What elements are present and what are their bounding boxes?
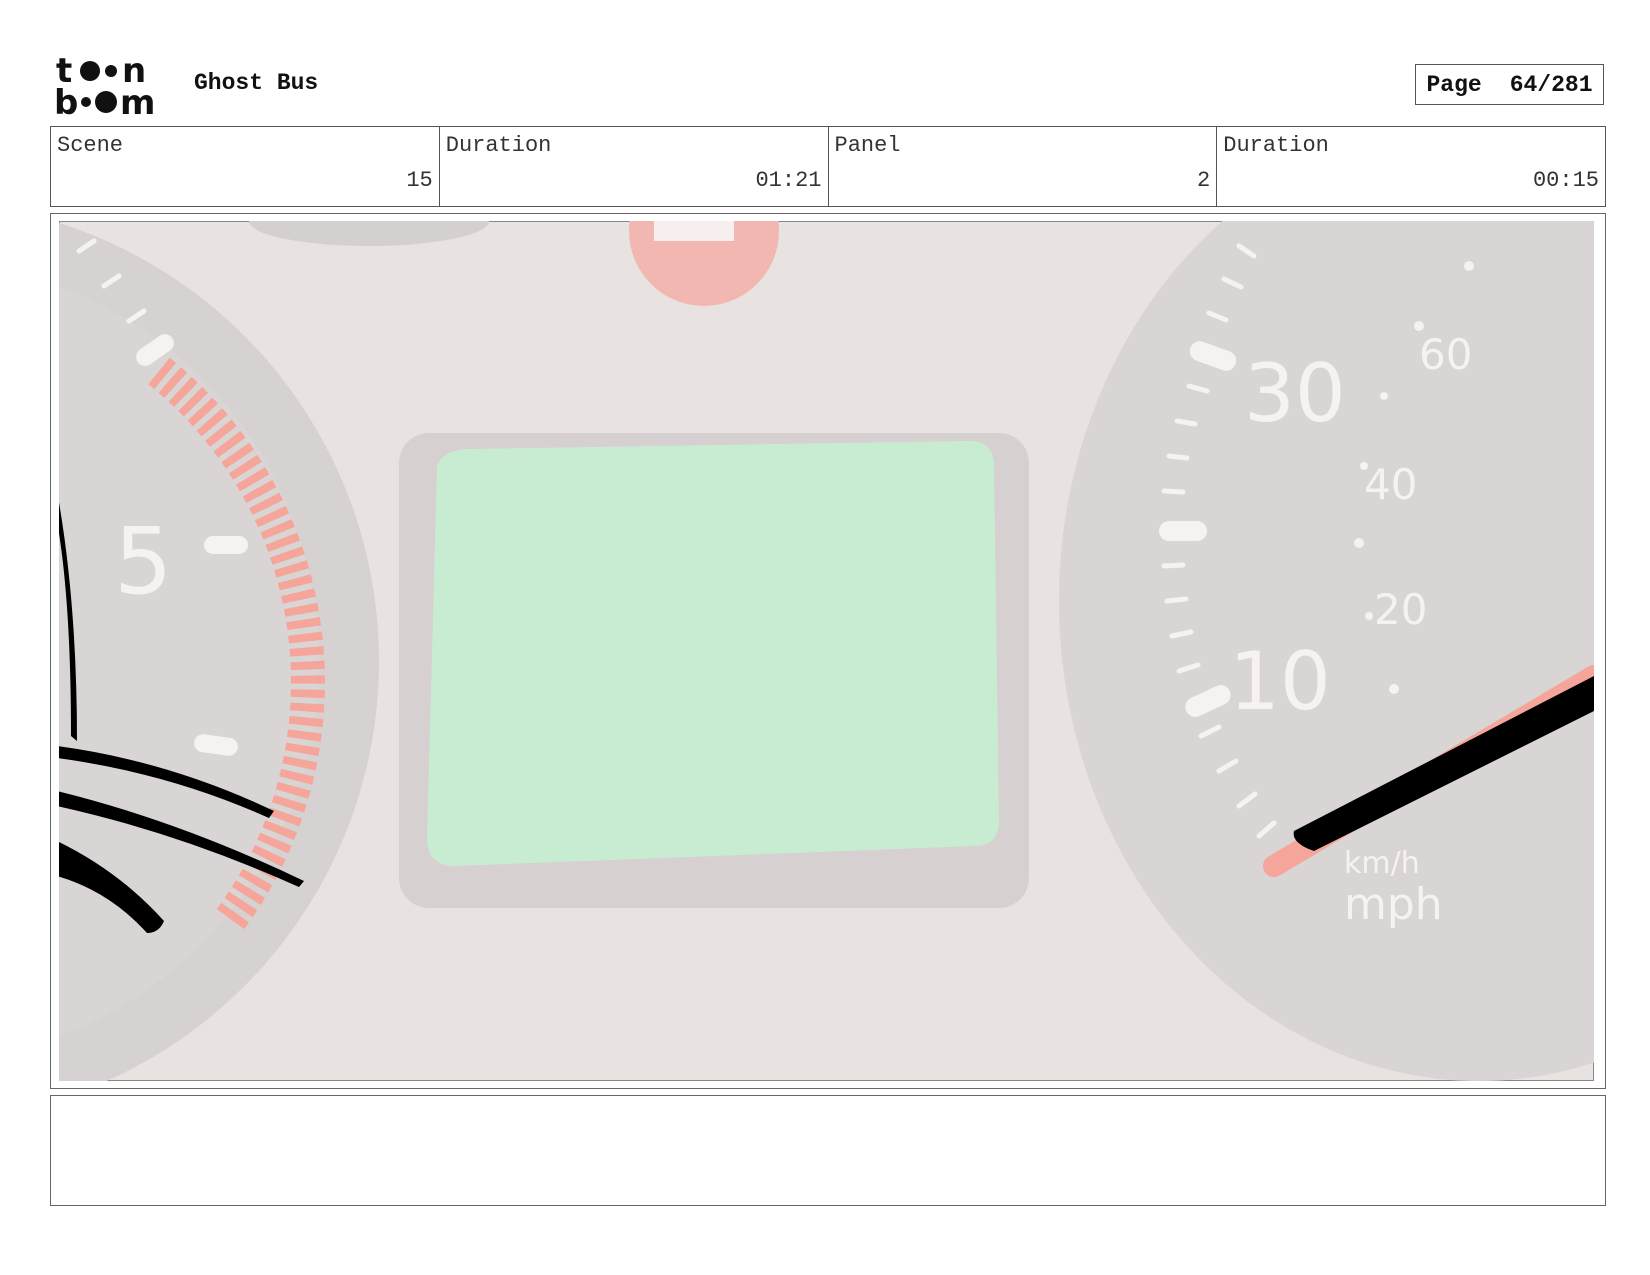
scene-duration-cell: Duration 01:21 — [440, 127, 829, 206]
speed-label-40: 40 — [1364, 460, 1417, 509]
page-label: Page — [1426, 71, 1482, 98]
speed-label-30: 30 — [1244, 347, 1346, 440]
tach-number-5: 5 — [114, 508, 173, 615]
panel-duration-value: 00:15 — [1532, 168, 1599, 193]
display-screen — [399, 433, 1029, 908]
scene-cell: Scene 15 — [51, 127, 440, 206]
scene-duration-value: 01:21 — [755, 168, 822, 193]
panel-duration-label: Duration — [1223, 133, 1329, 158]
scene-value: 15 — [406, 168, 433, 193]
panel-duration-cell: Duration 00:15 — [1217, 127, 1605, 206]
scene-info-table: Scene 15 Duration 01:21 Panel 2 Duration… — [50, 126, 1606, 207]
speed-label-10: 10 — [1229, 635, 1331, 728]
storyboard-panel: 5 30 10 60 40 20 km/h mph — [50, 213, 1606, 1089]
page-indicator: Page 64/281 — [1415, 64, 1604, 105]
panel-value: 2 — [1197, 168, 1211, 193]
speed-label-20: 20 — [1374, 585, 1427, 634]
unit-kmh: km/h — [1344, 846, 1420, 881]
svg-text:b: b — [54, 83, 78, 116]
speed-label-60: 60 — [1419, 330, 1472, 379]
toon-boom-logo: t n b m — [54, 54, 155, 116]
panel-notes-box — [50, 1095, 1606, 1206]
dashboard-illustration: 5 30 10 60 40 20 km/h mph — [59, 221, 1594, 1081]
project-title: Ghost Bus — [194, 70, 319, 96]
panel-label: Panel — [834, 133, 901, 158]
unit-mph: mph — [1344, 879, 1443, 930]
scene-duration-label: Duration — [445, 133, 552, 158]
panel-cell: Panel 2 — [829, 127, 1218, 206]
svg-text:m: m — [120, 83, 155, 116]
page-number: 64/281 — [1509, 71, 1593, 98]
scene-label: Scene — [57, 133, 124, 158]
